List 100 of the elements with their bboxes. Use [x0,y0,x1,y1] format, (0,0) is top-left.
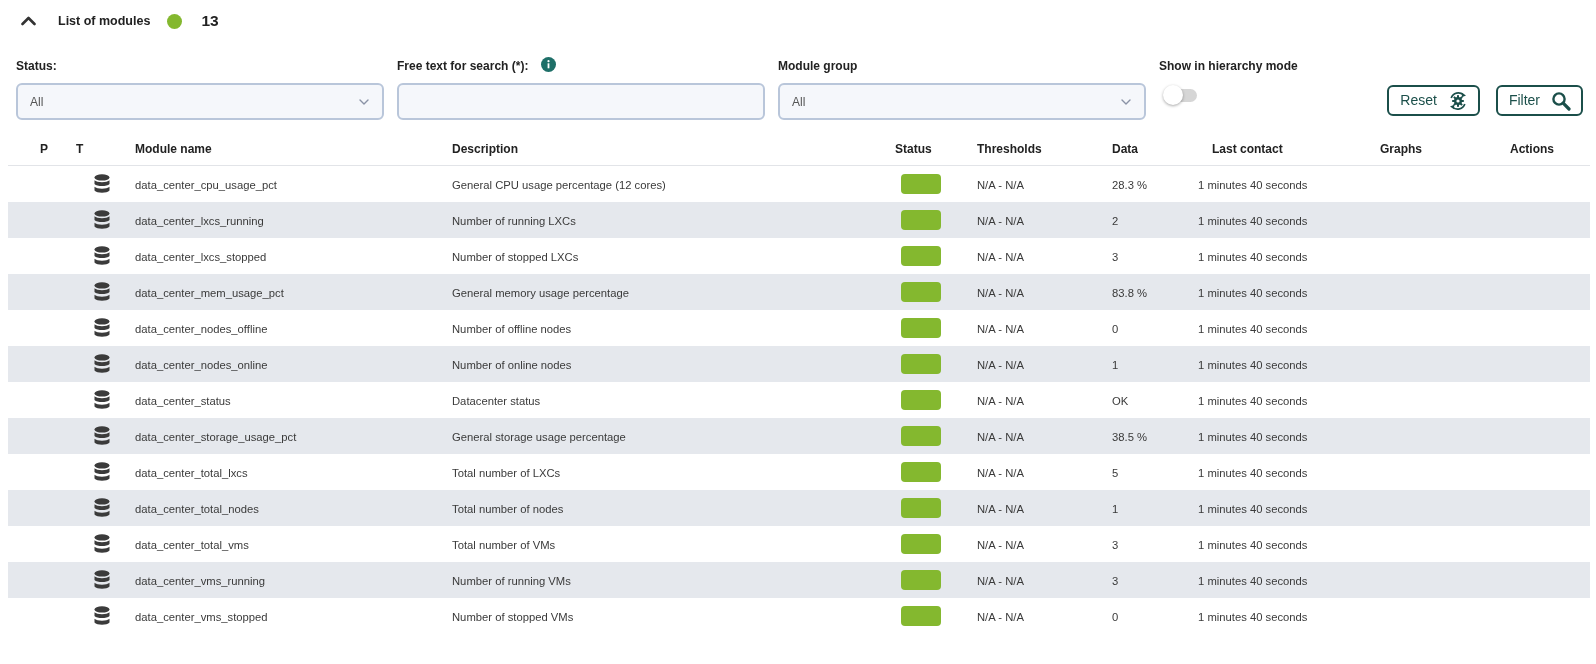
reset-button[interactable]: Reset [1387,85,1480,116]
chevron-up-icon[interactable] [21,16,36,26]
module-description: Number of stopped VMs [452,611,574,623]
gear-arrows-icon [1447,90,1468,111]
module-description: Number of running VMs [452,575,571,587]
column-header: Actions [1510,141,1554,156]
last-contact-value: 1 minutes 40 seconds [1198,467,1308,479]
search-field[interactable] [397,83,765,120]
database-icon [94,570,110,590]
module-description: General CPU usage percentage (12 cores) [452,179,666,191]
column-header: Graphs [1380,141,1422,156]
filter-label: Free text for search (*): [397,58,529,75]
module-name: data_center_storage_usage_pct [135,431,297,443]
data-value: 3 [1112,251,1119,263]
module-name: data_center_vms_stopped [135,611,268,623]
module-description: Datacenter status [452,395,541,407]
thresholds-value: N/A - N/A [977,431,1024,443]
module-name: data_center_vms_running [135,575,266,587]
filter-label: Module group [778,58,858,75]
data-value: 0 [1112,323,1119,335]
thresholds-value: N/A - N/A [977,539,1024,551]
module-description: Number of offline nodes [452,323,572,335]
database-icon [94,462,110,482]
module-description: Total number of nodes [452,503,564,515]
module-name: data_center_status [135,395,231,407]
last-contact-value: 1 minutes 40 seconds [1198,395,1308,407]
data-value: 38.5 % [1112,431,1148,443]
column-header: Thresholds [977,141,1042,156]
thresholds-value: N/A - N/A [977,287,1024,299]
database-icon [94,318,110,338]
module-name: data_center_nodes_offline [135,323,268,335]
database-icon [94,534,110,554]
section-title: List of modules [58,12,151,30]
database-icon [94,282,110,302]
chevron-down-icon [1121,98,1131,105]
thresholds-value: N/A - N/A [977,323,1024,335]
module-count: 13 [201,11,219,32]
database-icon [94,498,110,518]
data-value: 0 [1112,611,1119,623]
module-name: data_center_lxcs_running [135,215,264,227]
column-header: Module name [135,141,212,156]
filter-label: Status: [16,58,57,75]
last-contact-value: 1 minutes 40 seconds [1198,539,1308,551]
module-name: data_center_nodes_online [135,359,268,371]
column-header: Last contact [1212,141,1283,156]
last-contact-value: 1 minutes 40 seconds [1198,215,1308,227]
module-name: data_center_lxcs_stopped [135,251,267,263]
last-contact-value: 1 minutes 40 seconds [1198,323,1308,335]
data-value: 5 [1112,467,1119,479]
filter-button[interactable]: Filter [1495,85,1583,116]
thresholds-value: N/A - N/A [977,395,1024,407]
module-description: Total number of VMs [452,539,556,551]
last-contact-value: 1 minutes 40 seconds [1198,503,1308,515]
column-header: Data [1112,141,1138,156]
data-value: 3 [1112,575,1119,587]
module-description: Number of running LXCs [452,215,576,227]
column-header: Description [452,141,518,156]
module-name: data_center_total_vms [135,539,249,551]
filter-label: Show in hierarchy mode [1159,58,1298,75]
status-dot-icon [167,13,183,29]
module-name: data_center_total_nodes [135,503,259,515]
data-value: 28.3 % [1112,179,1148,191]
module-name: data_center_mem_usage_pct [135,287,284,299]
data-value: 2 [1112,215,1119,227]
module-description: Number of stopped LXCs [452,251,579,263]
module-name: data_center_cpu_usage_pct [135,179,277,191]
toggle-switch[interactable] [1163,85,1197,105]
dropdown-field[interactable]: All [16,83,384,120]
module-description: General memory usage percentage [452,287,629,299]
chevron-down-icon [359,98,369,105]
data-value: 1 [1112,503,1119,515]
database-icon [94,210,110,230]
module-description: Number of online nodes [452,359,572,371]
last-contact-value: 1 minutes 40 seconds [1198,611,1308,623]
database-icon [94,354,110,374]
info-icon[interactable] [541,56,557,72]
database-icon [94,174,110,194]
thresholds-value: N/A - N/A [977,359,1024,371]
dropdown-field[interactable]: All [778,83,1146,120]
last-contact-value: 1 minutes 40 seconds [1198,359,1308,371]
module-description: General storage usage percentage [452,431,626,443]
database-icon [94,390,110,410]
thresholds-value: N/A - N/A [977,611,1024,623]
thresholds-value: N/A - N/A [977,215,1024,227]
data-value: 83.8 % [1112,287,1148,299]
last-contact-value: 1 minutes 40 seconds [1198,287,1308,299]
module-description: Total number of LXCs [452,467,561,479]
database-icon [94,426,110,446]
thresholds-value: N/A - N/A [977,503,1024,515]
module-name: data_center_total_lxcs [135,467,248,479]
last-contact-value: 1 minutes 40 seconds [1198,431,1308,443]
column-header: Status [895,141,932,156]
thresholds-value: N/A - N/A [977,251,1024,263]
last-contact-value: 1 minutes 40 seconds [1198,179,1308,191]
column-header: P [40,141,48,156]
last-contact-value: 1 minutes 40 seconds [1198,251,1308,263]
last-contact-value: 1 minutes 40 seconds [1198,575,1308,587]
data-value: OK [1112,395,1129,407]
thresholds-value: N/A - N/A [977,179,1024,191]
column-header: T [76,141,84,156]
